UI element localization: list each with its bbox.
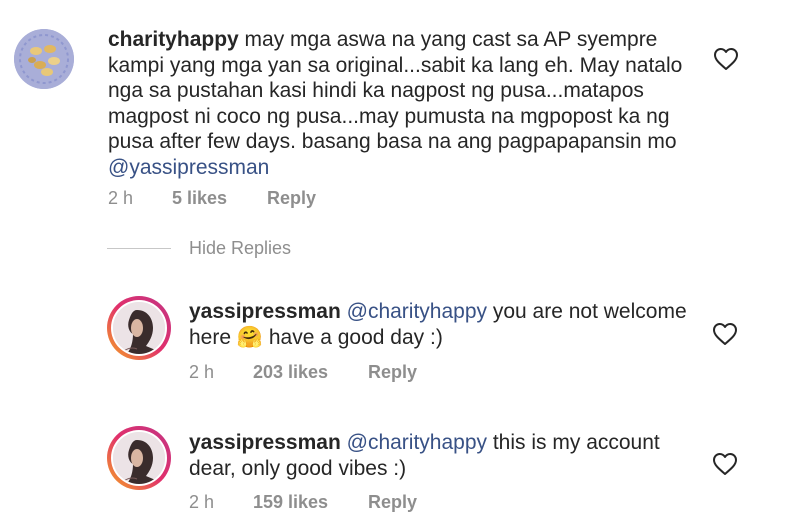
reply-text: yassipressman @charityhappy this is my a… [189,430,699,481]
avatar-ring-gap [111,300,167,356]
like-button[interactable] [713,47,739,71]
divider-line [107,248,171,249]
hide-replies-label[interactable]: Hide Replies [189,238,291,259]
heart-outline-icon [713,453,737,475]
like-button[interactable] [712,322,738,346]
avatar[interactable] [107,426,171,490]
comment-text: charityhappy may mga aswa na yang cast s… [108,27,698,180]
comment-username[interactable]: charityhappy [108,28,239,51]
comment-timestamp[interactable]: 2 h [108,188,172,209]
reply-likes[interactable]: 159 likes [253,492,368,513]
avatar-image [14,29,74,89]
heart-outline-icon [714,48,738,70]
avatar-ring-gap [111,430,167,486]
hide-replies-toggle[interactable]: Hide Replies [107,238,291,259]
heart-outline-icon [713,323,737,345]
like-button[interactable] [712,452,738,476]
reply-username[interactable]: yassipressman [189,431,341,454]
reply-meta: 2 h 159 likes Reply [189,492,417,513]
comment-likes[interactable]: 5 likes [172,188,267,209]
hug-emoji-icon: 🤗 [236,325,264,349]
avatar-image [113,432,165,484]
reply-button[interactable]: Reply [267,188,316,209]
avatar[interactable] [14,29,74,89]
reply-meta: 2 h 203 likes Reply [189,362,417,383]
reply-timestamp[interactable]: 2 h [189,492,253,513]
mention-link[interactable]: @charityhappy [347,431,487,454]
reply-timestamp[interactable]: 2 h [189,362,253,383]
avatar[interactable] [107,296,171,360]
reply-likes[interactable]: 203 likes [253,362,368,383]
reply-button[interactable]: Reply [368,362,417,383]
mention-link[interactable]: @charityhappy [347,300,487,323]
mention-link[interactable]: @yassipressman [108,156,269,179]
reply-button[interactable]: Reply [368,492,417,513]
comment-meta: 2 h 5 likes Reply [108,188,316,209]
reply-username[interactable]: yassipressman [189,300,341,323]
reply-body-end: have a good day :) [263,325,443,349]
avatar-image [113,302,165,354]
reply-text: yassipressman @charityhappy you are not … [189,299,699,350]
